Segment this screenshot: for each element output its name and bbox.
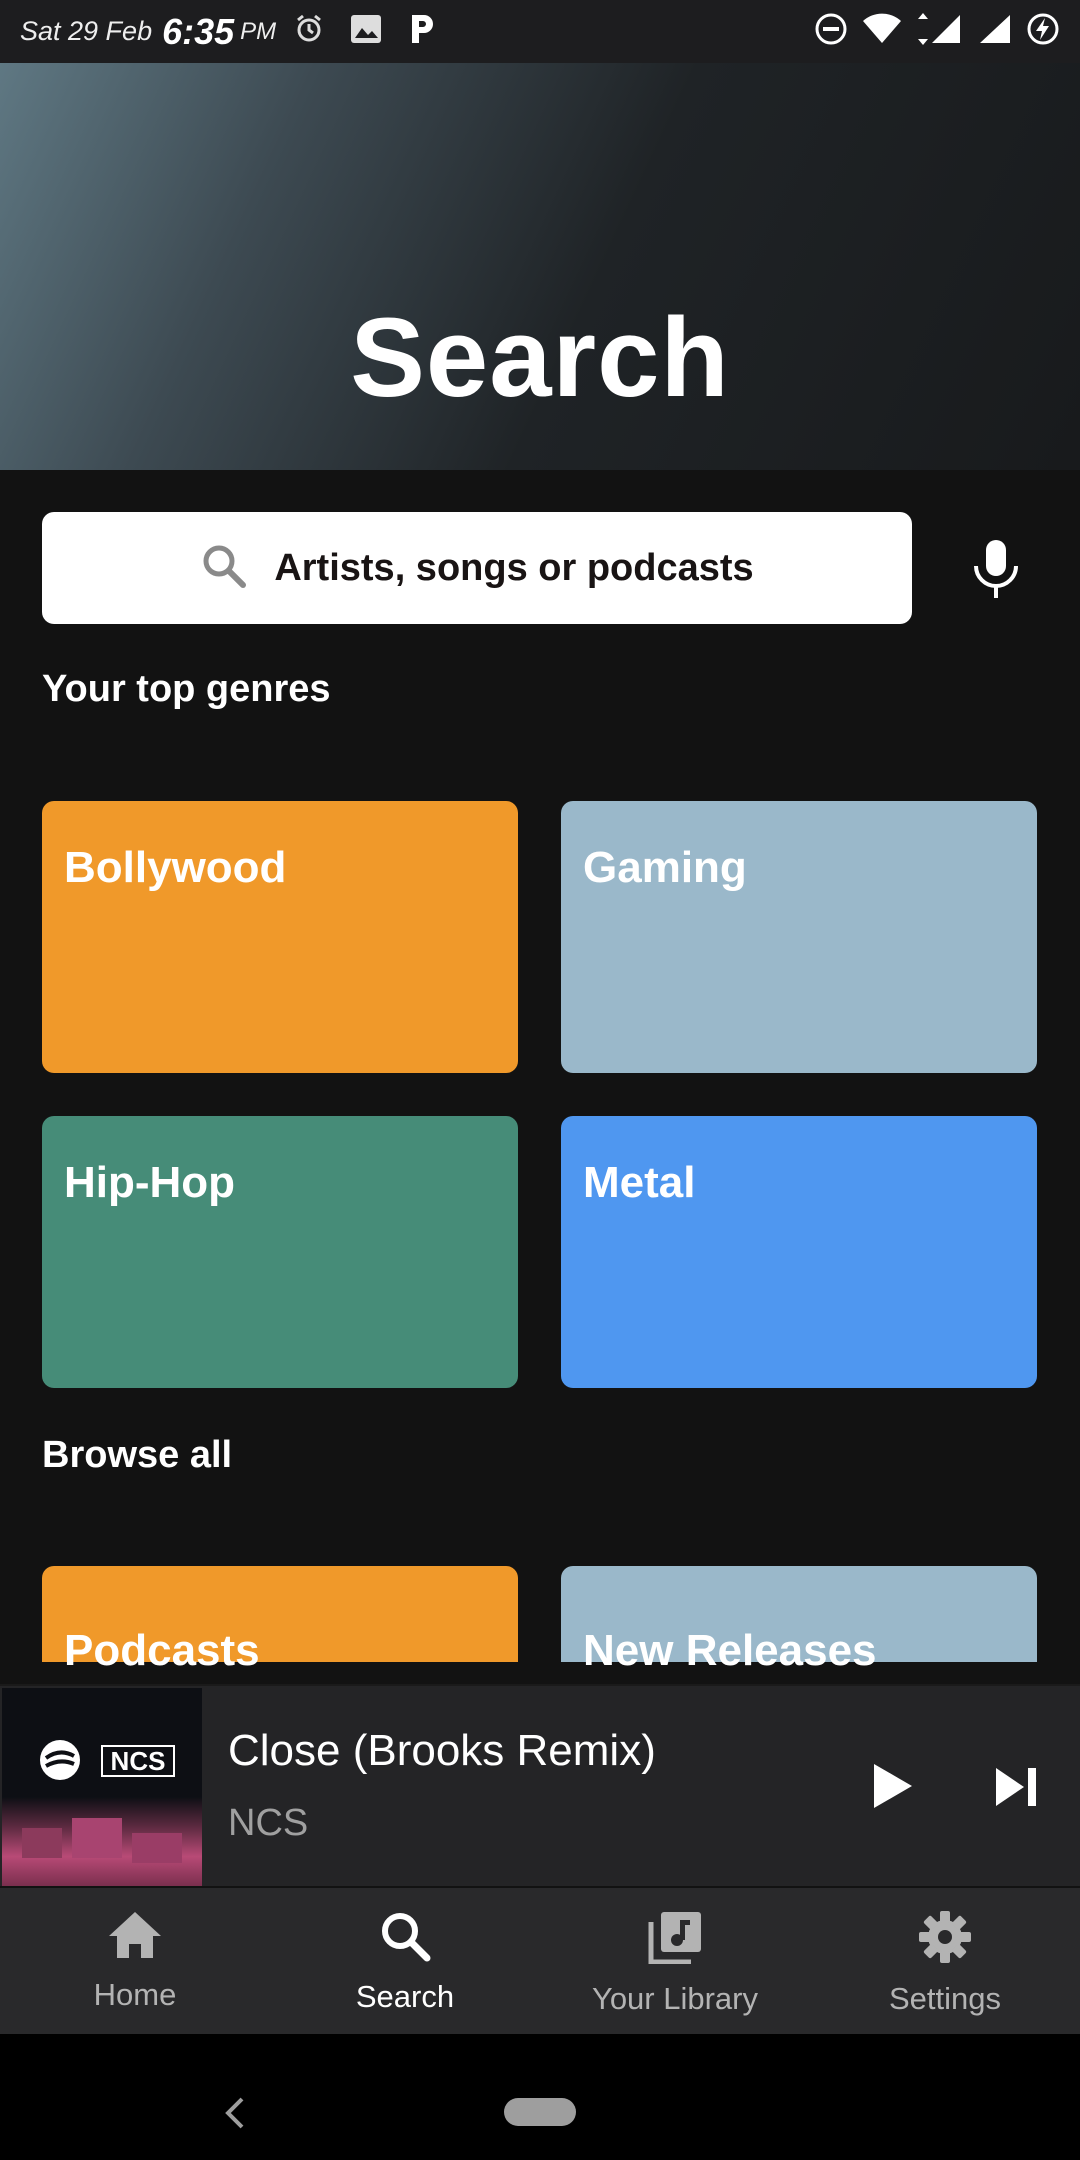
nav-label-settings: Settings	[888, 1981, 1001, 2016]
search-icon	[379, 1910, 431, 1967]
browse-tile-podcasts[interactable]: Podcasts	[42, 1566, 518, 1675]
nav-item-search[interactable]: Search	[270, 1888, 540, 2034]
search-icon	[200, 542, 248, 595]
genre-label: Gaming	[583, 843, 747, 892]
genre-tile-gaming[interactable]: Gaming	[561, 801, 1037, 1073]
genre-tile-hip-hop[interactable]: Hip-Hop	[42, 1116, 518, 1388]
nav-item-settings[interactable]: Settings	[810, 1888, 1080, 2034]
search-input[interactable]: Artists, songs or podcasts	[42, 512, 912, 624]
genre-label: Bollywood	[64, 843, 287, 892]
system-nav-bar	[0, 2034, 1080, 2160]
home-icon	[107, 1910, 163, 1965]
back-icon[interactable]	[222, 2096, 248, 2135]
nav-item-library[interactable]: Your Library	[540, 1888, 810, 2034]
p-app-icon	[408, 13, 436, 50]
album-art: NCS	[2, 1688, 202, 1886]
search-placeholder: Artists, songs or podcasts	[274, 546, 754, 589]
status-date: Sat 29 Feb	[20, 16, 153, 46]
browse-label: New Releases	[583, 1626, 877, 1675]
library-icon	[647, 1910, 703, 1969]
genre-tile-bollywood[interactable]: Bollywood	[42, 801, 518, 1073]
gear-icon	[918, 1910, 972, 1969]
section-title-top-genres: Your top genres	[42, 668, 331, 710]
alarm-icon	[294, 14, 324, 49]
section-title-browse-all: Browse all	[42, 1434, 233, 1476]
genre-label: Metal	[583, 1158, 696, 1207]
genre-label: Hip-Hop	[64, 1158, 236, 1207]
header-banner: Search	[0, 63, 1080, 470]
signal-icon	[978, 13, 1012, 50]
track-title: Close (Brooks Remix)	[228, 1726, 656, 1775]
signal-icon	[916, 13, 964, 50]
nav-label-library: Your Library	[591, 1981, 758, 2016]
nav-label-home: Home	[93, 1977, 177, 2012]
browse-tile-new-releases[interactable]: New Releases	[561, 1566, 1037, 1675]
bottom-nav: Home Search Your Library Settings	[0, 1888, 1080, 2034]
page-title: Search	[350, 295, 730, 420]
browse-label: Podcasts	[64, 1626, 260, 1675]
play-button[interactable]	[872, 1762, 914, 1815]
nav-label-search: Search	[355, 1979, 455, 2014]
status-time: 6:35	[162, 10, 235, 52]
image-icon	[350, 14, 382, 49]
status-bar: Sat 29 Feb 6:35 PM	[0, 0, 1080, 63]
microphone-icon[interactable]	[968, 538, 1024, 602]
now-playing-bar[interactable]: NCS Close (Brooks Remix) NCS	[0, 1684, 1080, 1886]
battery-charging-icon	[1026, 12, 1060, 51]
nav-item-home[interactable]: Home	[0, 1888, 270, 2034]
home-pill-button[interactable]	[504, 2098, 576, 2126]
skip-next-button[interactable]	[994, 1766, 1038, 1813]
do-not-disturb-icon	[814, 12, 848, 51]
album-logo-text: NCS	[111, 1746, 166, 1776]
wifi-icon	[862, 13, 902, 50]
status-ampm: PM	[240, 17, 277, 45]
track-artist: NCS	[228, 1802, 309, 1844]
genre-tile-metal[interactable]: Metal	[561, 1116, 1037, 1388]
